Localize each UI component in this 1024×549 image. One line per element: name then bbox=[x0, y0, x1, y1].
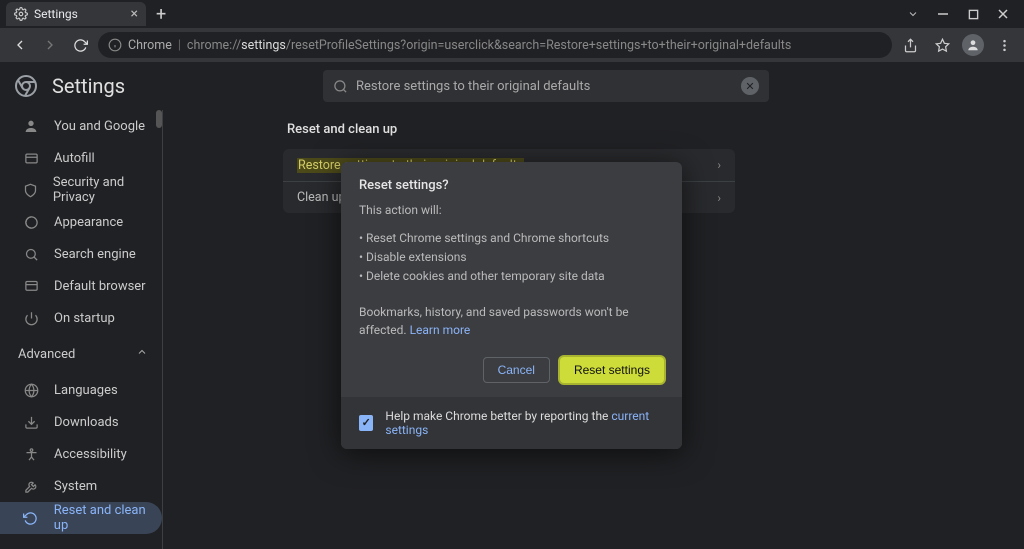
dialog-note: Bookmarks, history, and saved passwords … bbox=[359, 303, 664, 339]
sidebar-item-reset[interactable]: Reset and clean up bbox=[0, 502, 162, 534]
reset-settings-dialog: Reset settings? This action will: • Rese… bbox=[341, 162, 682, 449]
dialog-bullets: • Reset Chrome settings and Chrome short… bbox=[359, 229, 664, 287]
wrench-icon bbox=[22, 479, 40, 494]
download-icon bbox=[22, 415, 40, 430]
clear-search-icon[interactable]: ✕ bbox=[741, 77, 759, 95]
sidebar-item-autofill[interactable]: Autofill bbox=[0, 142, 162, 174]
sidebar-item-security[interactable]: Security and Privacy bbox=[0, 174, 162, 206]
maximize-button[interactable] bbox=[958, 1, 988, 27]
search-icon bbox=[22, 247, 40, 262]
help-report-checkbox[interactable]: ✓ bbox=[359, 415, 373, 431]
info-icon bbox=[108, 38, 122, 52]
address-chrome-label: Chrome bbox=[128, 38, 172, 53]
person-icon bbox=[22, 118, 40, 134]
dialog-title: Reset settings? bbox=[359, 178, 664, 193]
sidebar-item-default-browser[interactable]: Default browser bbox=[0, 270, 162, 302]
sidebar-item-search-engine[interactable]: Search engine bbox=[0, 238, 162, 270]
reload-button[interactable] bbox=[68, 33, 92, 57]
address-url: chrome://settings/resetProfileSettings?o… bbox=[187, 38, 791, 53]
search-text: Restore settings to their original defau… bbox=[356, 79, 590, 94]
page-title: Settings bbox=[52, 74, 125, 98]
address-bar[interactable]: Chrome | chrome://settings/resetProfileS… bbox=[98, 32, 892, 58]
sidebar-item-system[interactable]: System bbox=[0, 470, 162, 502]
menu-icon[interactable] bbox=[992, 33, 1016, 57]
back-button[interactable] bbox=[8, 33, 32, 57]
close-window-button[interactable] bbox=[988, 1, 1018, 27]
cancel-button[interactable]: Cancel bbox=[483, 357, 550, 383]
chevron-up-icon bbox=[136, 346, 148, 362]
browser-tab[interactable]: Settings × bbox=[6, 2, 146, 26]
browser-icon bbox=[22, 279, 40, 294]
chevron-right-icon: › bbox=[717, 191, 721, 205]
close-icon[interactable]: × bbox=[131, 6, 138, 22]
chevron-down-icon[interactable] bbox=[898, 1, 928, 27]
chrome-logo-icon bbox=[14, 74, 38, 98]
gear-icon bbox=[14, 7, 28, 21]
sidebar-item-on-startup[interactable]: On startup bbox=[0, 302, 162, 334]
sidebar-item-appearance[interactable]: Appearance bbox=[0, 206, 162, 238]
accessibility-icon bbox=[22, 447, 40, 462]
power-icon bbox=[22, 311, 40, 326]
sidebar-item-you-and-google[interactable]: You and Google bbox=[0, 110, 162, 142]
sidebar-item-downloads[interactable]: Downloads bbox=[0, 406, 162, 438]
reset-settings-button[interactable]: Reset settings bbox=[560, 357, 664, 383]
new-tab-button[interactable]: + bbox=[156, 4, 166, 25]
sidebar-group-advanced[interactable]: Advanced bbox=[0, 334, 162, 374]
globe-icon bbox=[22, 383, 40, 398]
autofill-icon bbox=[22, 151, 40, 166]
help-report-label: Help make Chrome better by reporting the… bbox=[385, 409, 664, 437]
forward-button[interactable] bbox=[38, 33, 62, 57]
learn-more-link[interactable]: Learn more bbox=[410, 323, 471, 337]
restore-icon bbox=[22, 511, 40, 526]
shield-icon bbox=[22, 183, 39, 198]
search-icon bbox=[333, 79, 348, 94]
tab-title: Settings bbox=[34, 7, 78, 21]
sidebar-item-languages[interactable]: Languages bbox=[0, 374, 162, 406]
settings-search[interactable]: Restore settings to their original defau… bbox=[323, 70, 769, 102]
bookmark-icon[interactable] bbox=[930, 33, 954, 57]
chevron-right-icon: › bbox=[717, 158, 721, 172]
minimize-button[interactable] bbox=[928, 1, 958, 27]
appearance-icon bbox=[22, 215, 40, 230]
sidebar-item-accessibility[interactable]: Accessibility bbox=[0, 438, 162, 470]
dialog-lead: This action will: bbox=[359, 203, 664, 217]
profile-avatar[interactable] bbox=[962, 34, 984, 56]
section-title: Reset and clean up bbox=[287, 122, 904, 137]
share-icon[interactable] bbox=[898, 33, 922, 57]
